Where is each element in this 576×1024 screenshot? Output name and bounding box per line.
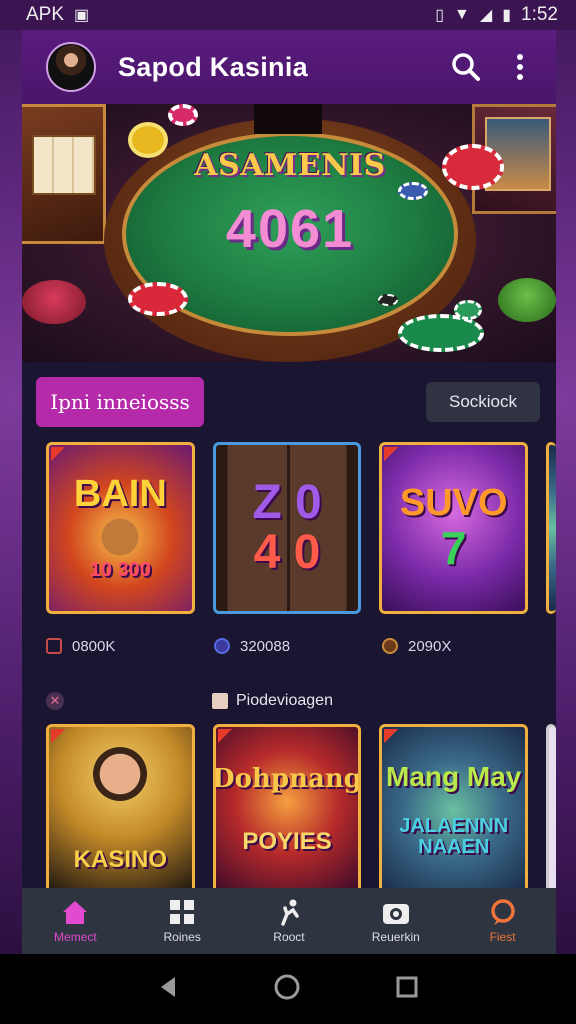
game-tile[interactable]: KASINO <box>46 724 195 896</box>
poker-chip-icon <box>378 294 398 306</box>
filter-chip-secondary[interactable]: Sockiock <box>426 382 540 422</box>
poker-chip-icon <box>442 144 504 190</box>
new-badge-icon <box>384 729 399 743</box>
filter-row: Ipni inneiosss Sockiock <box>22 362 556 442</box>
game-sub-label: Piodevioagen <box>212 692 333 710</box>
nav-item-sports[interactable]: Rooct <box>241 898 337 944</box>
game-art-subtitle: JALAENNN NAAEN <box>399 814 509 858</box>
game-sub-row: ✕ Piodevioagen <box>46 678 556 724</box>
dealer-face-art <box>90 747 151 808</box>
stool-art <box>498 278 556 322</box>
app-frame: Sapod Kasinia ASAMENIS 4061 Ipni inneios… <box>22 30 556 954</box>
game-art-subtitle: 4 0 <box>253 526 321 579</box>
background-right <box>554 30 576 954</box>
ticket-icon <box>46 638 62 654</box>
game-meta-value: 2090X <box>408 637 452 655</box>
nav-label: Fiest <box>489 930 516 944</box>
app-bar: Sapod Kasinia <box>22 30 556 104</box>
wifi-icon: ▼ <box>454 6 470 23</box>
poker-chip-icon <box>168 104 198 126</box>
app-title: Sapod Kasinia <box>118 51 308 82</box>
poker-chip-icon <box>128 282 188 316</box>
avatar[interactable] <box>46 42 96 92</box>
game-meta: 2090X <box>382 638 550 655</box>
recents-icon[interactable] <box>395 975 419 1004</box>
nav-label: Roines <box>163 930 201 944</box>
nav-item-chat[interactable]: Fiest <box>455 898 551 944</box>
game-meta: 0800K <box>46 638 214 655</box>
nav-label: Reuerkin <box>371 930 420 944</box>
more-options-icon[interactable] <box>500 47 540 87</box>
image-icon: ▣ <box>74 7 90 24</box>
chat-icon <box>488 898 518 926</box>
game-tile-partial[interactable] <box>546 724 556 896</box>
trophy-icon <box>382 638 398 654</box>
coin-icon <box>214 638 230 654</box>
dog-art <box>92 514 149 561</box>
nav-label: Rooct <box>273 930 305 944</box>
game-meta-value: 320088 <box>240 637 291 655</box>
game-meta: 320088 <box>214 638 382 655</box>
battery-icon: ▮ <box>502 7 512 24</box>
home-button-icon[interactable] <box>273 973 301 1006</box>
system-nav-bar <box>0 954 576 1024</box>
camera-icon <box>381 898 411 926</box>
vibrate-icon: ▯ <box>435 7 445 24</box>
nav-label: Memect <box>54 930 97 944</box>
game-tile[interactable]: BAIN 10 300 <box>46 442 195 614</box>
status-time: 1:52 <box>521 4 558 25</box>
hero-banner[interactable]: ASAMENIS 4061 <box>22 104 556 362</box>
game-art-title: SUVO <box>399 481 508 524</box>
game-tile-partial[interactable] <box>546 442 556 614</box>
gold-coin-icon <box>128 122 168 158</box>
game-tile[interactable]: SUVO 7 <box>379 442 529 614</box>
game-meta-value: 0800K <box>72 637 116 655</box>
game-art-subtitle: 7 <box>440 521 467 574</box>
game-art-subtitle: POYIES <box>242 828 332 856</box>
game-art-title: BAIN <box>73 472 167 515</box>
nav-item-home[interactable]: Memect <box>27 898 123 944</box>
filter-chip-primary[interactable]: Ipni inneiosss <box>36 377 204 427</box>
new-badge-icon <box>384 447 399 461</box>
signal-icon: ◢ <box>479 7 493 24</box>
new-badge-icon <box>51 729 65 743</box>
hero-title: ASAMENIS <box>194 148 386 183</box>
bottom-nav: Memect Roines Rooct Reuerkin Fiest <box>22 888 556 954</box>
home-icon <box>60 898 90 926</box>
game-art-title: Dohpnang <box>212 763 362 794</box>
stool-art <box>22 280 86 324</box>
dice-icon <box>212 693 228 709</box>
hero-number: 4061 <box>225 199 355 259</box>
nav-item-games[interactable]: Roines <box>134 898 230 944</box>
background-left <box>0 30 22 954</box>
status-bar: APK ▣ ▯ ▼ ◢ ▮ 1:52 <box>0 0 576 30</box>
status-apk-label: APK <box>26 4 65 25</box>
table-notch <box>254 104 322 134</box>
game-row: KASINO Dohpnang POYIES Mang May JALAENNN… <box>46 724 556 896</box>
nav-item-rewards[interactable]: Reuerkin <box>348 898 444 944</box>
close-icon[interactable]: ✕ <box>46 692 64 710</box>
game-meta-row: 0800K 320088 2090X <box>46 614 556 678</box>
figure-icon <box>274 898 304 926</box>
back-icon[interactable] <box>157 975 179 1004</box>
game-art-title: Mang May <box>386 761 522 793</box>
grid-icon <box>167 898 197 926</box>
game-art-title: Z 0 <box>252 475 322 529</box>
game-art-title: KASINO <box>73 846 168 874</box>
new-badge-icon <box>51 447 65 461</box>
game-sub-text: Piodevioagen <box>236 692 333 709</box>
slot-machine-art <box>22 104 106 244</box>
search-icon[interactable] <box>446 47 486 87</box>
poker-chip-icon <box>454 300 482 320</box>
game-art-subtitle: 10 300 <box>89 559 151 582</box>
game-tile[interactable]: Z 0 4 0 <box>212 442 362 614</box>
game-tile[interactable]: Dohpnang POYIES <box>212 724 362 896</box>
new-badge-icon <box>217 729 232 743</box>
game-tile[interactable]: Mang May JALAENNN NAAEN <box>379 724 529 896</box>
game-row: BAIN 10 300 Z 0 4 0 SUVO 7 <box>46 442 556 614</box>
game-grid: BAIN 10 300 Z 0 4 0 SUVO 7 0800K 320088 … <box>22 442 556 896</box>
